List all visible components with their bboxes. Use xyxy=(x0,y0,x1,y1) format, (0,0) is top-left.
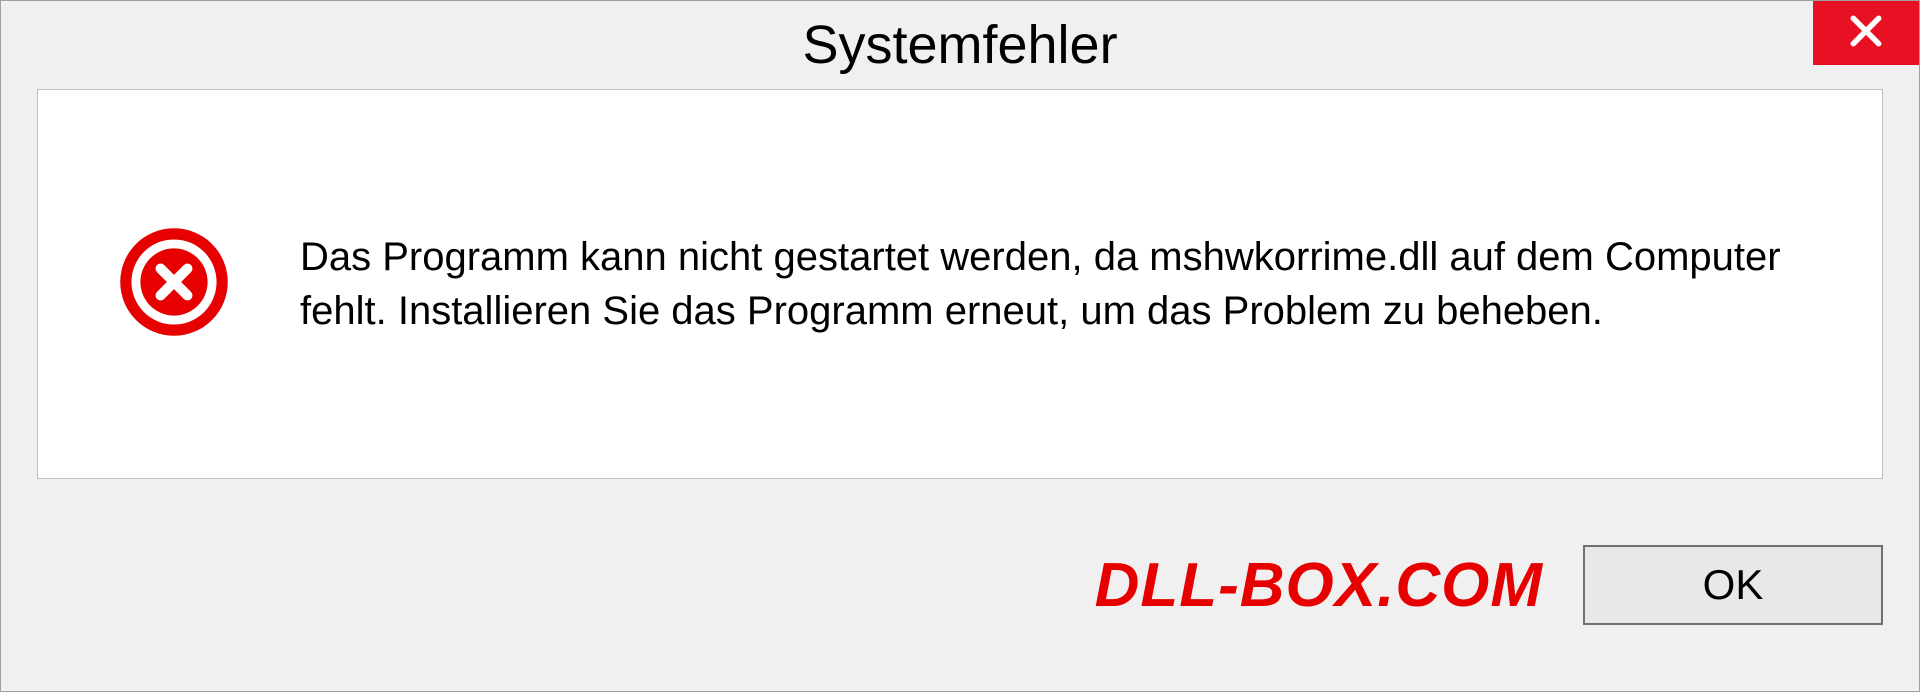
close-button[interactable] xyxy=(1813,1,1919,65)
error-message: Das Programm kann nicht gestartet werden… xyxy=(300,230,1822,338)
error-dialog: Systemfehler Das Programm kann nicht ges… xyxy=(0,0,1920,692)
dialog-title: Systemfehler xyxy=(802,14,1117,76)
content-panel: Das Programm kann nicht gestartet werden… xyxy=(37,89,1883,479)
error-icon xyxy=(118,226,230,343)
titlebar: Systemfehler xyxy=(1,1,1919,89)
ok-button[interactable]: OK xyxy=(1583,545,1883,625)
dialog-footer: DLL-BOX.COM OK xyxy=(1,479,1919,691)
watermark-text: DLL-BOX.COM xyxy=(1095,550,1543,621)
close-icon xyxy=(1847,12,1885,55)
